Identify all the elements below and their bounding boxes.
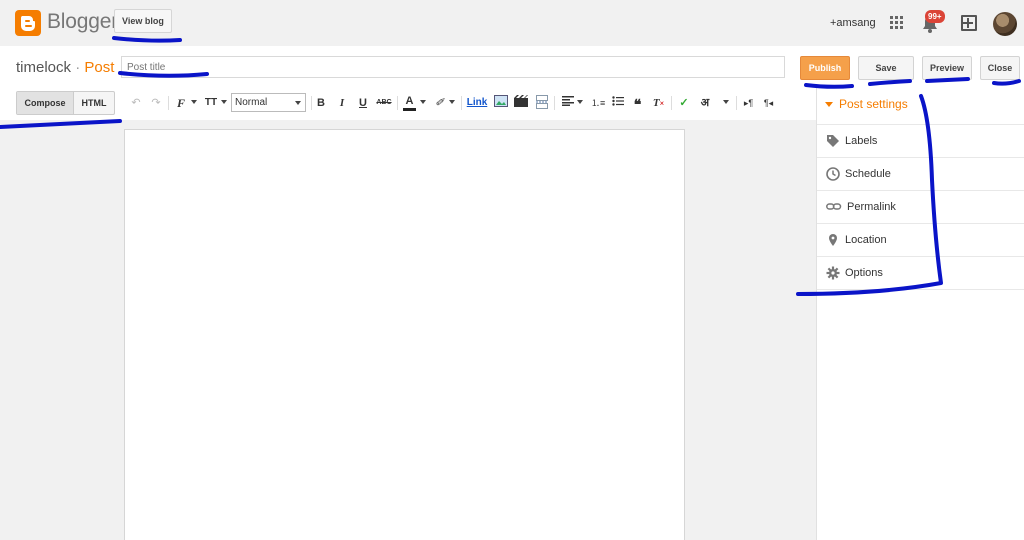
tab-compose[interactable]: Compose bbox=[17, 92, 74, 114]
caret-down-icon bbox=[825, 102, 833, 108]
toolbar-divider bbox=[168, 96, 169, 110]
numbered-list-icon[interactable]: ⒈≡ bbox=[591, 95, 605, 111]
align-icon[interactable] bbox=[561, 95, 574, 111]
toolbar-divider bbox=[554, 96, 555, 110]
chevron-down-icon[interactable] bbox=[191, 100, 197, 104]
post-title-input[interactable] bbox=[121, 56, 785, 78]
sidebar-item-label: Labels bbox=[845, 135, 878, 147]
sidebar-item-label: Schedule bbox=[845, 168, 891, 180]
post-body-editor[interactable] bbox=[124, 129, 685, 540]
undo-icon[interactable]: ↶ bbox=[129, 95, 143, 111]
sidebar-item-options[interactable]: Options bbox=[817, 256, 1024, 289]
insert-link-button[interactable]: Link bbox=[466, 95, 488, 111]
highlight-color-icon[interactable]: ✐ bbox=[433, 95, 446, 111]
insert-video-icon[interactable] bbox=[514, 95, 528, 111]
toolbar-divider bbox=[671, 96, 672, 110]
top-bar: Blogger View blog +amsang 99+ bbox=[0, 0, 1024, 46]
toolbar-divider bbox=[736, 96, 737, 110]
editor-toolbar: Compose HTML ↶ ↷ F TT Normal B I U ABC A… bbox=[0, 88, 816, 120]
brand-name[interactable]: Blogger bbox=[47, 10, 118, 34]
user-profile-link[interactable]: +amsang bbox=[830, 17, 876, 29]
blog-name[interactable]: timelock bbox=[16, 59, 71, 76]
chevron-down-icon[interactable] bbox=[221, 100, 227, 104]
underline-button[interactable]: U bbox=[357, 95, 369, 111]
sidebar-item-labels[interactable]: Labels bbox=[817, 124, 1024, 157]
chevron-down-icon[interactable] bbox=[723, 100, 729, 104]
toolbar-divider bbox=[397, 96, 398, 110]
bulleted-list-icon[interactable] bbox=[611, 95, 624, 111]
italic-button[interactable]: I bbox=[336, 95, 348, 111]
font-size-icon[interactable]: TT bbox=[204, 95, 218, 111]
post-title-row: timelock · Post Publish Save Preview Clo… bbox=[0, 46, 1024, 88]
chevron-down-icon[interactable] bbox=[449, 100, 455, 104]
chevron-down-icon[interactable] bbox=[420, 100, 426, 104]
ltr-direction-icon[interactable]: ▸¶ bbox=[742, 95, 755, 111]
bold-button[interactable]: B bbox=[315, 95, 327, 111]
sidebar-item-schedule[interactable]: Schedule bbox=[817, 157, 1024, 190]
chain-link-icon bbox=[826, 200, 842, 214]
sidebar-item-location[interactable]: Location bbox=[817, 223, 1024, 256]
strikethrough-button[interactable]: ABC bbox=[376, 95, 392, 111]
sidebar-divider bbox=[817, 289, 1024, 290]
chevron-down-icon[interactable] bbox=[577, 100, 583, 104]
view-blog-button[interactable]: View blog bbox=[114, 9, 172, 33]
font-family-icon[interactable]: F bbox=[174, 95, 188, 111]
sidebar-item-permalink[interactable]: Permalink bbox=[817, 190, 1024, 223]
close-button[interactable]: Close bbox=[980, 56, 1020, 80]
blogger-logo-icon[interactable] bbox=[15, 10, 41, 36]
map-pin-icon bbox=[826, 233, 840, 247]
post-settings-sidebar: Post settings Labels Schedule Permalink … bbox=[816, 88, 1024, 540]
preview-button[interactable]: Preview bbox=[922, 56, 972, 80]
post-settings-label: Post settings bbox=[839, 97, 908, 111]
tag-icon bbox=[826, 134, 840, 148]
spell-check-icon[interactable]: ✓ bbox=[677, 95, 691, 111]
paragraph-format-select[interactable]: Normal bbox=[231, 93, 306, 112]
remove-formatting-icon[interactable]: T× bbox=[652, 95, 665, 111]
gear-icon bbox=[826, 266, 840, 280]
save-button[interactable]: Save bbox=[858, 56, 914, 80]
quote-icon[interactable]: ❝ bbox=[631, 95, 644, 112]
insert-jump-break-icon[interactable] bbox=[535, 95, 548, 111]
notification-count-badge: 99+ bbox=[925, 10, 945, 23]
apps-grid-icon[interactable] bbox=[890, 16, 904, 30]
avatar[interactable] bbox=[993, 12, 1017, 36]
sidebar-item-label: Permalink bbox=[847, 201, 896, 213]
sidebar-item-label: Location bbox=[845, 234, 887, 246]
editor-area bbox=[0, 120, 816, 540]
publish-button[interactable]: Publish bbox=[800, 56, 850, 80]
redo-icon[interactable]: ↷ bbox=[149, 95, 163, 111]
text-color-button[interactable]: A bbox=[403, 95, 416, 111]
tab-html[interactable]: HTML bbox=[74, 92, 114, 114]
breadcrumb: timelock · Post bbox=[16, 59, 114, 76]
insert-image-icon[interactable] bbox=[494, 95, 508, 111]
toolbar-divider bbox=[461, 96, 462, 110]
new-post-plus-icon[interactable] bbox=[961, 15, 977, 31]
mode-tabs: Compose HTML bbox=[16, 91, 115, 115]
clock-icon bbox=[826, 167, 840, 181]
toolbar-divider bbox=[311, 96, 312, 110]
post-settings-heading[interactable]: Post settings bbox=[825, 97, 908, 111]
breadcrumb-separator: · bbox=[75, 59, 81, 76]
transliterate-button[interactable]: अ bbox=[697, 95, 713, 111]
section-label: Post bbox=[84, 59, 115, 76]
rtl-direction-icon[interactable]: ¶◂ bbox=[762, 95, 775, 111]
sidebar-item-label: Options bbox=[845, 267, 883, 279]
